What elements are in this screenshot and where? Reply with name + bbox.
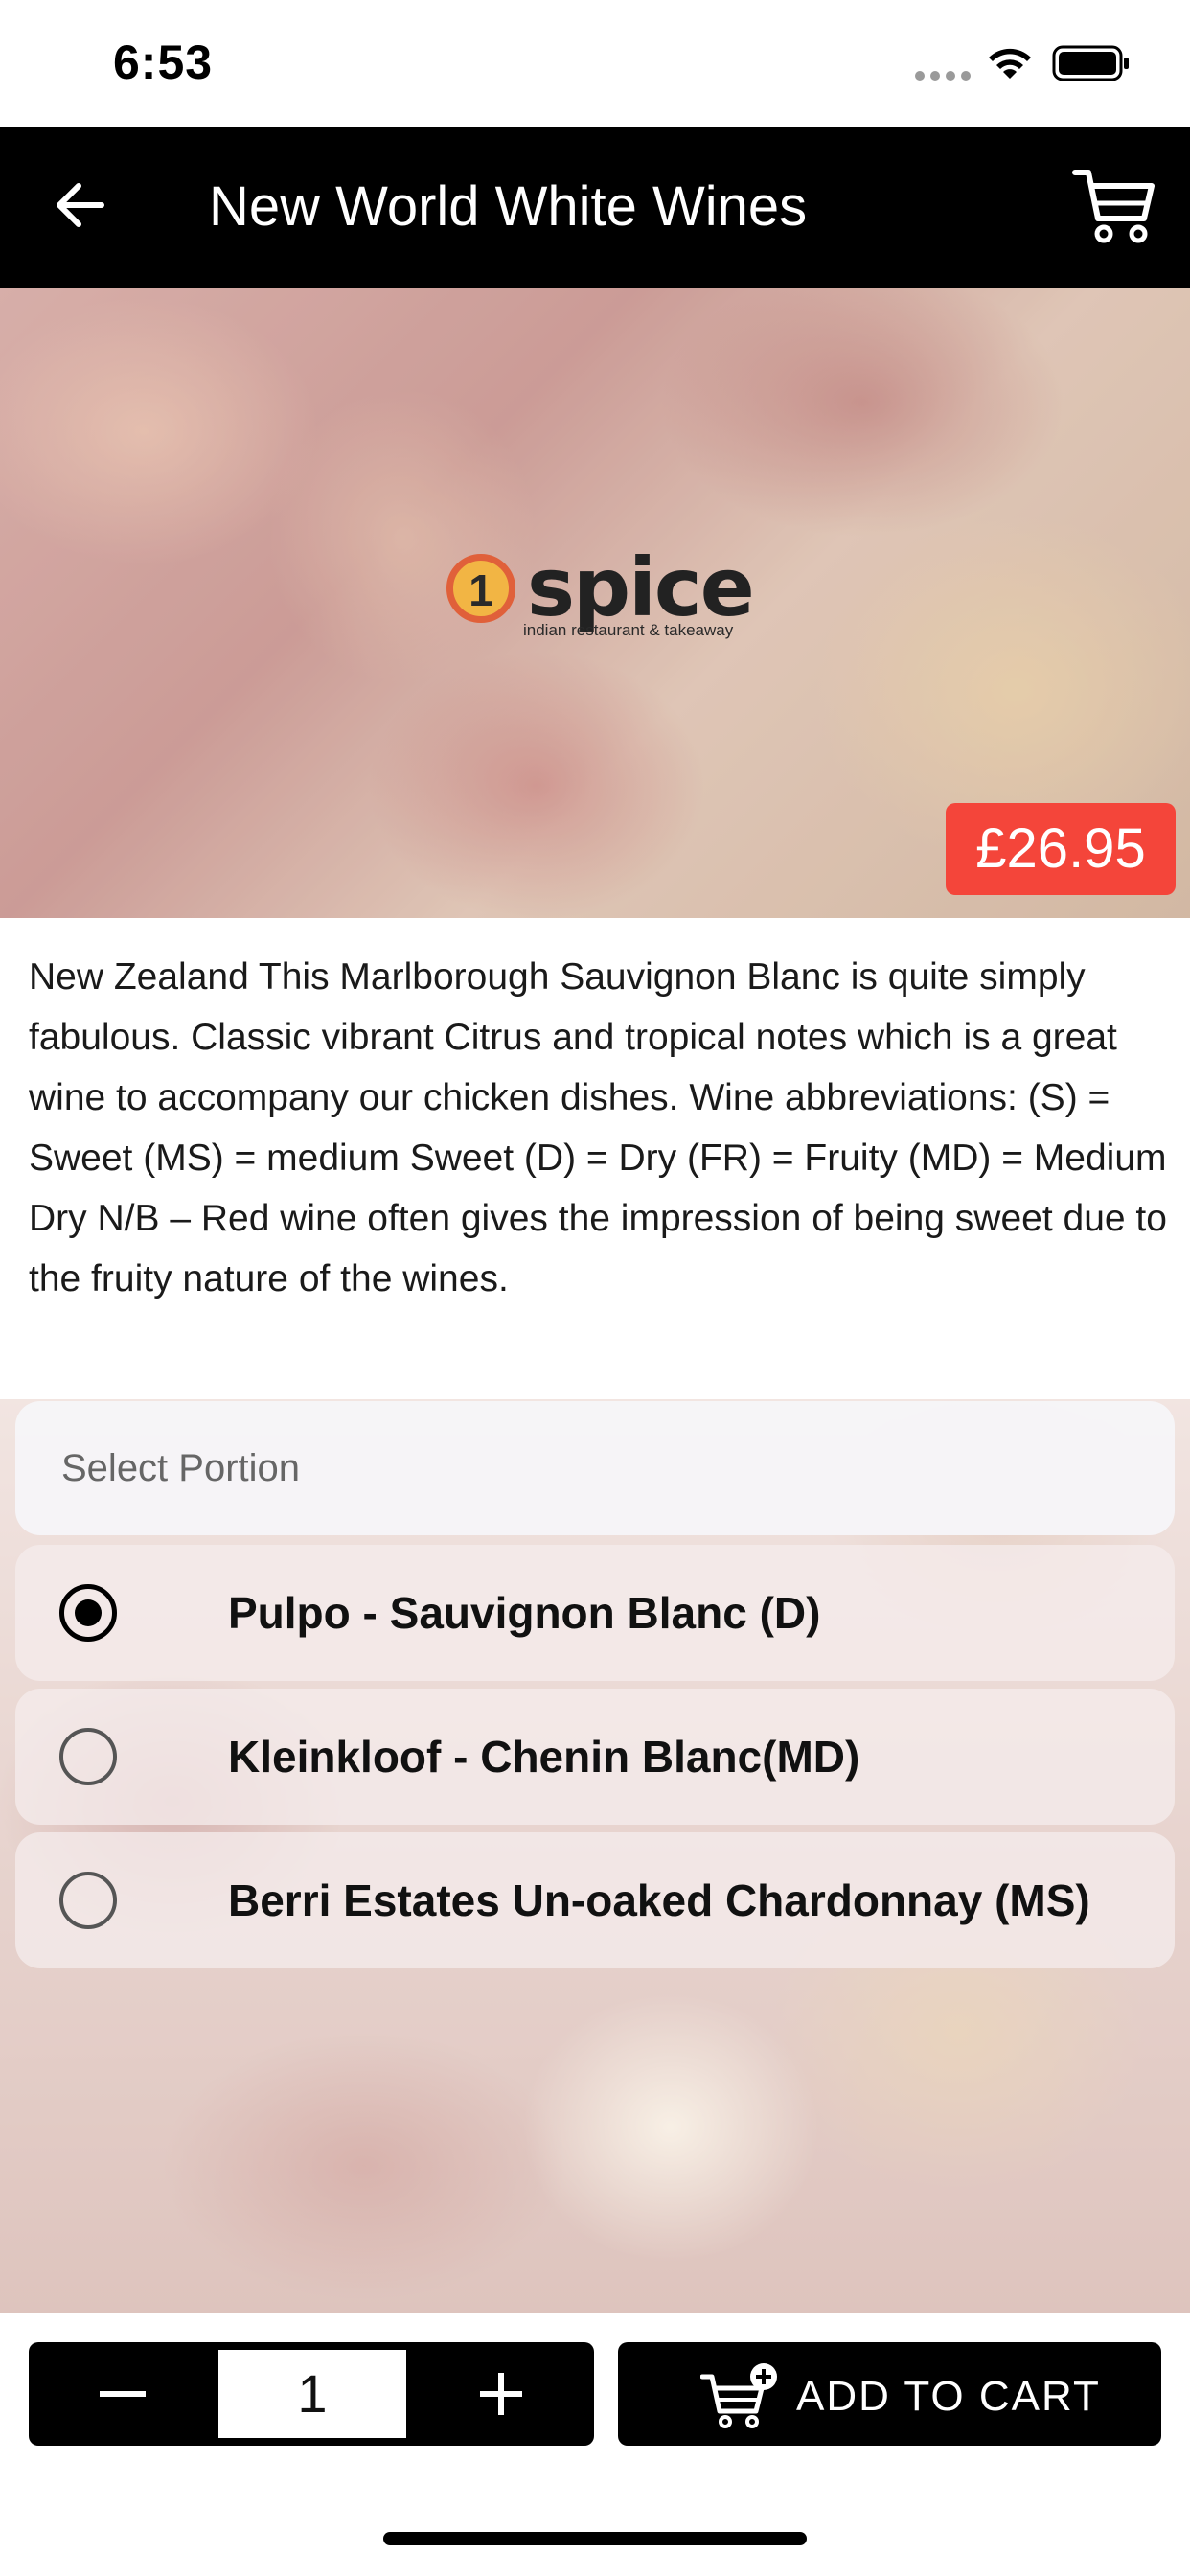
status-bar: 6:53 bbox=[0, 0, 1190, 126]
radio-unselected-icon[interactable] bbox=[59, 1728, 117, 1785]
logo-mark: 1 bbox=[446, 554, 515, 623]
portion-option-label: Berri Estates Un-oaked Chardonnay (MS) bbox=[228, 1875, 1090, 1925]
add-to-cart-button[interactable]: ADD TO CART bbox=[618, 2342, 1161, 2446]
quantity-value[interactable]: 1 bbox=[218, 2350, 406, 2438]
cart-add-icon bbox=[700, 2363, 777, 2428]
cart-icon[interactable] bbox=[1071, 165, 1157, 245]
increase-quantity-button[interactable] bbox=[408, 2342, 594, 2446]
status-time: 6:53 bbox=[113, 35, 214, 89]
plus-icon bbox=[480, 2373, 522, 2415]
portion-header: Select Portion bbox=[15, 1401, 1175, 1535]
battery-icon bbox=[1052, 45, 1129, 81]
page-title: New World White Wines bbox=[209, 175, 808, 238]
logo-tagline: indian restaurant & takeaway bbox=[523, 621, 734, 639]
portion-option-berri[interactable]: Berri Estates Un-oaked Chardonnay (MS) bbox=[15, 1832, 1175, 1968]
price-badge: £26.95 bbox=[946, 803, 1176, 895]
product-description: New Zealand This Marlborough Sauvignon B… bbox=[29, 956, 1167, 1300]
portion-option-pulpo[interactable]: Pulpo - Sauvignon Blanc (D) bbox=[15, 1545, 1175, 1681]
home-indicator bbox=[383, 2532, 807, 2545]
portion-option-label: Kleinkloof - Chenin Blanc(MD) bbox=[228, 1732, 860, 1782]
wifi-icon bbox=[989, 48, 1031, 79]
portion-header-label: Select Portion bbox=[61, 1447, 301, 1489]
portion-option-label: Pulpo - Sauvignon Blanc (D) bbox=[228, 1588, 821, 1638]
nav-bar: New World White Wines bbox=[0, 126, 1190, 288]
logo-mark-text: 1 bbox=[469, 565, 493, 615]
add-to-cart-label: ADD TO CART bbox=[796, 2373, 1101, 2420]
decrease-quantity-button[interactable] bbox=[29, 2342, 217, 2446]
restaurant-logo: 1 spice indian restaurant & takeaway bbox=[446, 540, 755, 648]
quantity-stepper: 1 bbox=[29, 2342, 594, 2446]
radio-selected-icon[interactable] bbox=[59, 1584, 117, 1642]
signal-icon bbox=[915, 71, 971, 80]
portion-option-kleinkloof[interactable]: Kleinkloof - Chenin Blanc(MD) bbox=[15, 1689, 1175, 1825]
minus-icon bbox=[100, 2391, 146, 2397]
product-image: 1 spice indian restaurant & takeaway £26… bbox=[0, 288, 1190, 918]
radio-unselected-icon[interactable] bbox=[59, 1872, 117, 1929]
back-arrow-icon[interactable] bbox=[50, 174, 111, 236]
